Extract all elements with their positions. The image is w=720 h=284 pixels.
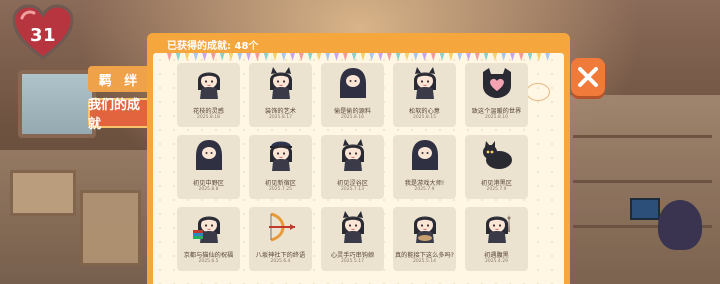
achievements-list[interactable]: 花枝的灵感 2025.8.18 装饰的艺术 2025.8.17 偷是偷的源料 2025.… xyxy=(153,53,564,284)
tab-bond[interactable]: 羁 绊 xyxy=(88,66,152,92)
achievement-date: 2025.7.25 xyxy=(269,187,292,192)
background-monitor xyxy=(630,198,660,220)
achievement-card[interactable]: 心灵手巧串钩娘 2025.5.17 xyxy=(321,207,384,271)
bunting-decoration xyxy=(167,53,551,61)
girl-bowl-icon xyxy=(407,207,443,248)
achievement-card[interactable]: 偷是偷的源料 2025.8.16 xyxy=(321,63,384,127)
background-shelf xyxy=(565,95,720,284)
achievement-date: 2025.6.4 xyxy=(270,259,291,264)
achievement-card[interactable]: 初见港黑区 2025.7.9 xyxy=(465,135,528,199)
achievement-card[interactable]: 装饰的艺术 2025.8.17 xyxy=(249,63,312,127)
tower-girl-icon xyxy=(479,207,515,248)
achievement-card[interactable]: 致这个温暖的世界 2025.8.10 xyxy=(465,63,528,127)
achievement-card[interactable]: 八坂神社下的终语 2025.6.4 xyxy=(249,207,312,271)
achievement-title: 花枝的灵感 xyxy=(193,108,224,115)
achievement-card[interactable]: 初见涩谷区 2025.7.13 xyxy=(321,135,384,199)
achievement-date: 2025.8.8 xyxy=(198,187,219,192)
achievement-title: 真的能接下这么多吗? xyxy=(395,252,454,259)
achievement-card[interactable]: 初见中野区 2025.8.8 xyxy=(177,135,240,199)
achievement-date: 2025.4.29 xyxy=(485,259,508,264)
catgirl-face-icon xyxy=(407,63,443,104)
achievement-date: 2025.7.13 xyxy=(341,187,364,192)
catgirl-hands-icon xyxy=(263,63,299,104)
achievement-date: 2025.7.9 xyxy=(486,187,507,192)
heart-counter: 31 xyxy=(29,25,57,46)
achievement-title: 我是游戏大师! xyxy=(404,180,445,187)
books-girl-icon xyxy=(191,207,227,248)
close-icon xyxy=(578,67,598,87)
achievement-card[interactable]: 初遇腹黑 2025.4.29 xyxy=(465,207,528,271)
achievement-title: 初见涩谷区 xyxy=(337,180,368,187)
achievement-title: 致这个温暖的世界 xyxy=(471,108,522,115)
achievement-date: 2025.6.5 xyxy=(198,259,219,264)
achievement-title: 初见新宿区 xyxy=(265,180,296,187)
achievement-date: 2025.7.9 xyxy=(414,187,435,192)
achievement-card[interactable]: 初见新宿区 2025.7.25 xyxy=(249,135,312,199)
achievements-panel: 已获得的成就: 48个 花枝的灵感 2025.8.18 装饰的艺术 2025.8.1… xyxy=(147,33,570,284)
achievement-title: 偷是偷的源料 xyxy=(333,108,372,115)
achievement-date: 2025.8.15 xyxy=(413,115,436,120)
achievement-date: 2025.8.16 xyxy=(341,115,364,120)
achievement-date: 2025.5.17 xyxy=(341,259,364,264)
heart-cat-icon xyxy=(479,63,515,104)
achievement-title: 八坂神社下的终语 xyxy=(255,252,306,259)
tab-achievements[interactable]: 我们的成就 xyxy=(88,98,152,132)
background-kitchen xyxy=(0,150,150,284)
achievement-date: 2025.8.10 xyxy=(485,115,508,120)
achievement-card[interactable]: 京都与猫仙的祝福 2025.6.5 xyxy=(177,207,240,271)
achievement-date: 2025.5.14 xyxy=(413,259,436,264)
cloaked-girl-icon xyxy=(191,135,227,176)
achievement-title: 装饰的艺术 xyxy=(265,108,296,115)
achievement-card[interactable]: 松软的心意 2025.8.15 xyxy=(393,63,456,127)
achievement-title: 初遇腹黑 xyxy=(484,252,509,259)
hooded-figure-icon xyxy=(335,63,371,104)
bunny-doodle-icon xyxy=(526,83,550,101)
achievement-title: 初见中野区 xyxy=(193,180,224,187)
achievement-title: 心灵手巧串钩娘 xyxy=(330,252,375,259)
achievement-grid: 花枝的灵感 2025.8.18 装饰的艺术 2025.8.17 偷是偷的源料 2025.… xyxy=(177,63,528,271)
achievement-card[interactable]: 我是游戏大师! 2025.7.9 xyxy=(393,135,456,199)
background-window xyxy=(18,70,96,138)
panel-title: 已获得的成就: 48个 xyxy=(167,41,259,52)
ninja-pose-icon xyxy=(407,135,443,176)
bow-arrow-icon xyxy=(263,207,299,248)
background-plush-dog xyxy=(658,200,702,250)
achievement-date: 2025.8.17 xyxy=(269,115,292,120)
achievement-title: 松软的心意 xyxy=(409,108,440,115)
police-cap-girl-icon xyxy=(263,135,299,176)
achievement-card[interactable]: 花枝的灵感 2025.8.18 xyxy=(177,63,240,127)
catgirl-peace-icon xyxy=(335,135,371,176)
close-button[interactable] xyxy=(571,58,605,96)
catgirl-wave-icon xyxy=(335,207,371,248)
achievement-title: 初见港黑区 xyxy=(481,180,512,187)
girl-sitting-icon xyxy=(191,63,227,104)
achievement-card[interactable]: 真的能接下这么多吗? 2025.5.14 xyxy=(393,207,456,271)
achievement-date: 2025.8.18 xyxy=(197,115,220,120)
black-cat-icon xyxy=(479,135,515,176)
achievement-title: 京都与猫仙的祝福 xyxy=(183,252,234,259)
